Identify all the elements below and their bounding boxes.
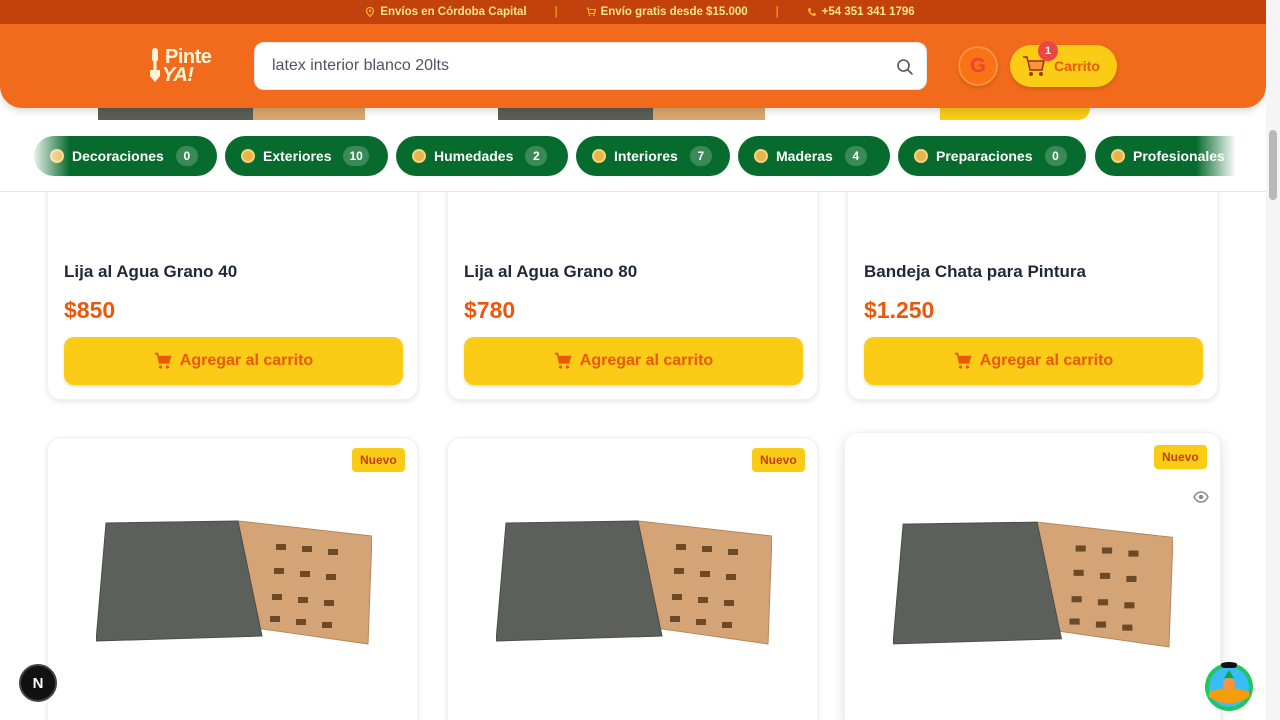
category-count: 10 bbox=[343, 146, 369, 166]
new-badge: Nuevo bbox=[352, 448, 405, 472]
add-to-cart-button[interactable]: Agregar al carrito bbox=[464, 337, 803, 385]
category-icon bbox=[412, 149, 426, 163]
category-chip-exteriores[interactable]: Exteriores 10 bbox=[225, 136, 388, 176]
category-icon bbox=[914, 149, 928, 163]
product-image-sandpaper bbox=[893, 521, 1173, 648]
shipping-text: Envíos en Córdoba Capital bbox=[380, 6, 527, 18]
location-pin-icon bbox=[366, 7, 375, 17]
add-to-cart-label: Agregar al carrito bbox=[979, 352, 1114, 369]
separator: | bbox=[554, 6, 558, 18]
scrollbar-thumb[interactable] bbox=[1269, 130, 1277, 200]
category-count: 0 bbox=[175, 146, 198, 166]
phone-text[interactable]: +54 351 341 1796 bbox=[822, 6, 915, 18]
site-header: Pinte YA! G 1 Carrito bbox=[0, 24, 1266, 108]
add-to-cart-label: Agregar al carrito bbox=[579, 352, 714, 369]
cart-icon bbox=[586, 7, 596, 17]
cart-icon bbox=[154, 352, 172, 369]
free-shipping-info: Envío gratis desde $15.000 bbox=[586, 6, 748, 18]
new-badge: Nuevo bbox=[1154, 445, 1207, 469]
search-input[interactable] bbox=[272, 57, 872, 75]
category-label: Decoraciones bbox=[72, 148, 164, 164]
shipping-info: Envíos en Córdoba Capital bbox=[365, 6, 527, 18]
product-card[interactable]: Lija al Agua Grano 80 $780 Agregar al ca… bbox=[447, 160, 818, 400]
eye-icon[interactable] bbox=[1193, 491, 1209, 503]
google-login-button[interactable]: G bbox=[958, 46, 998, 86]
category-icon bbox=[241, 149, 255, 163]
category-label: Exteriores bbox=[263, 148, 332, 164]
phone-icon bbox=[807, 8, 816, 16]
new-badge: Nuevo bbox=[752, 448, 805, 472]
google-icon: G bbox=[970, 54, 986, 77]
cart-icon bbox=[554, 352, 572, 369]
category-label: Maderas bbox=[776, 148, 833, 164]
product-image-sandpaper bbox=[96, 520, 372, 645]
cart-button[interactable]: 1 Carrito bbox=[1010, 41, 1117, 87]
logo[interactable]: Pinte YA! bbox=[148, 44, 228, 88]
logo-text-line2: YA! bbox=[162, 64, 194, 86]
search-bar bbox=[254, 42, 927, 90]
category-count: 2 bbox=[525, 146, 548, 166]
product-image-peek bbox=[253, 108, 365, 120]
product-image-peek bbox=[98, 108, 253, 120]
category-icon bbox=[754, 149, 768, 163]
brush-logo-icon bbox=[150, 48, 160, 82]
add-to-cart-button[interactable]: Agregar al carrito bbox=[64, 337, 403, 385]
product-name[interactable]: Lija al Agua Grano 40 bbox=[64, 262, 237, 282]
dev-tools-button[interactable]: N bbox=[19, 664, 57, 702]
product-card[interactable]: Bandeja Chata para Pintura $1.250 Agrega… bbox=[847, 160, 1218, 400]
search-icon[interactable] bbox=[896, 58, 914, 76]
category-icon bbox=[592, 149, 606, 163]
product-name[interactable]: Bandeja Chata para Pintura bbox=[864, 262, 1086, 282]
add-to-cart-label: Agregar al carrito bbox=[179, 352, 314, 369]
category-chip-humedades[interactable]: Humedades 2 bbox=[396, 136, 568, 176]
category-count: 0 bbox=[1044, 146, 1067, 166]
product-card[interactable]: Nuevo bbox=[447, 437, 818, 720]
product-image-peek bbox=[498, 108, 653, 120]
chat-widget-icon[interactable] bbox=[1204, 662, 1254, 712]
phone-info[interactable]: +54 351 341 1796 bbox=[807, 6, 915, 18]
product-price: $780 bbox=[464, 297, 516, 323]
cart-icon bbox=[954, 352, 972, 369]
add-to-cart-button[interactable]: Agregar al carrito bbox=[864, 337, 1203, 385]
scrollbar-track[interactable] bbox=[1266, 0, 1280, 720]
category-chip-preparaciones[interactable]: Preparaciones 0 bbox=[898, 136, 1086, 176]
scroll-fade-left bbox=[30, 136, 70, 176]
category-label: Preparaciones bbox=[936, 148, 1033, 164]
product-image-peek bbox=[653, 108, 765, 120]
category-label: Interiores bbox=[614, 148, 678, 164]
product-image-peek bbox=[940, 108, 1090, 120]
product-card[interactable]: Nuevo bbox=[47, 437, 418, 720]
category-bar: Decoraciones 0 Exteriores 10 Humedades 2… bbox=[0, 120, 1266, 192]
cart-label: Carrito bbox=[1054, 58, 1100, 74]
category-chip-interiores[interactable]: Interiores 7 bbox=[576, 136, 730, 176]
category-count: 4 bbox=[844, 146, 867, 166]
scroll-fade-right bbox=[1196, 136, 1236, 176]
free-shipping-text: Envío gratis desde $15.000 bbox=[600, 6, 748, 18]
category-icon bbox=[1111, 149, 1125, 163]
top-info-bar: Envíos en Córdoba Capital | Envío gratis… bbox=[0, 0, 1280, 24]
product-card[interactable]: Lija al Agua Grano 40 $850 Agregar al ca… bbox=[47, 160, 418, 400]
category-label: Humedades bbox=[434, 148, 514, 164]
product-name[interactable]: Lija al Agua Grano 80 bbox=[464, 262, 637, 282]
product-card[interactable]: Nuevo bbox=[844, 432, 1221, 720]
category-count: 7 bbox=[689, 146, 712, 166]
separator: | bbox=[775, 6, 779, 18]
category-chip-maderas[interactable]: Maderas 4 bbox=[738, 136, 890, 176]
product-price: $850 bbox=[64, 297, 116, 323]
product-image-sandpaper bbox=[496, 520, 772, 645]
product-price: $1.250 bbox=[864, 297, 935, 323]
cart-count-badge: 1 bbox=[1038, 41, 1058, 61]
